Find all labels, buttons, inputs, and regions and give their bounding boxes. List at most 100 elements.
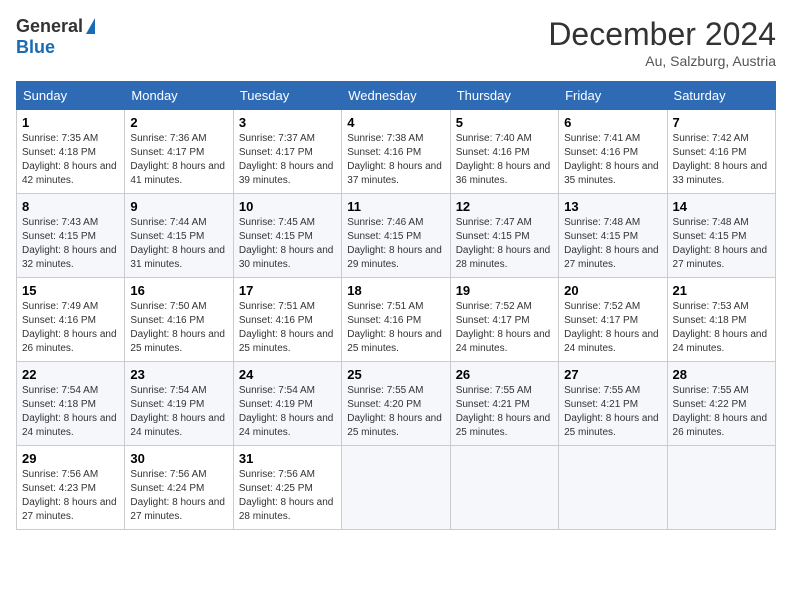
calendar-cell: 9 Sunrise: 7:44 AMSunset: 4:15 PMDaylight… <box>125 194 233 278</box>
day-detail: Sunrise: 7:54 AMSunset: 4:18 PMDaylight:… <box>22 384 119 440</box>
col-header-saturday: Saturday <box>667 82 775 110</box>
day-number: 20 <box>564 283 661 298</box>
calendar-header-row: SundayMondayTuesdayWednesdayThursdayFrid… <box>17 82 776 110</box>
day-detail: Sunrise: 7:56 AMSunset: 4:25 PMDaylight:… <box>239 468 336 524</box>
col-header-monday: Monday <box>125 82 233 110</box>
day-detail: Sunrise: 7:37 AMSunset: 4:17 PMDaylight:… <box>239 132 336 188</box>
day-number: 23 <box>130 367 227 382</box>
day-detail: Sunrise: 7:51 AMSunset: 4:16 PMDaylight:… <box>347 300 444 356</box>
day-number: 24 <box>239 367 336 382</box>
day-number: 12 <box>456 199 553 214</box>
calendar-cell <box>667 446 775 530</box>
calendar-cell: 11Sunrise: 7:46 AMSunset: 4:15 PMDayligh… <box>342 194 450 278</box>
day-number: 10 <box>239 199 336 214</box>
logo-blue-text: Blue <box>16 37 55 58</box>
calendar-cell: 4 Sunrise: 7:38 AMSunset: 4:16 PMDaylight… <box>342 110 450 194</box>
calendar-cell: 16Sunrise: 7:50 AMSunset: 4:16 PMDayligh… <box>125 278 233 362</box>
calendar-cell: 30 Sunrise: 7:56 AMSunset: 4:24 PMDayligh… <box>125 446 233 530</box>
calendar-cell: 20Sunrise: 7:52 AMSunset: 4:17 PMDayligh… <box>559 278 667 362</box>
calendar-cell: 12 Sunrise: 7:47 AMSunset: 4:15 PMDayligh… <box>450 194 558 278</box>
day-detail: Sunrise: 7:35 AMSunset: 4:18 PMDaylight:… <box>22 132 119 188</box>
day-number: 3 <box>239 115 336 130</box>
calendar-cell <box>559 446 667 530</box>
day-number: 5 <box>456 115 553 130</box>
calendar-cell <box>450 446 558 530</box>
calendar-week-row: 8Sunrise: 7:43 AMSunset: 4:15 PMDaylight… <box>17 194 776 278</box>
day-detail: Sunrise: 7:38 AMSunset: 4:16 PMDaylight:… <box>347 132 444 188</box>
day-detail: Sunrise: 7:48 AMSunset: 4:15 PMDaylight:… <box>564 216 661 272</box>
day-detail: Sunrise: 7:54 AMSunset: 4:19 PMDaylight:… <box>130 384 227 440</box>
calendar-cell: 5 Sunrise: 7:40 AMSunset: 4:16 PMDaylight… <box>450 110 558 194</box>
calendar-table: SundayMondayTuesdayWednesdayThursdayFrid… <box>16 81 776 530</box>
location-text: Au, Salzburg, Austria <box>548 53 776 69</box>
calendar-week-row: 15 Sunrise: 7:49 AMSunset: 4:16 PMDayligh… <box>17 278 776 362</box>
logo-general-text: General <box>16 16 83 37</box>
title-section: December 2024 Au, Salzburg, Austria <box>548 16 776 69</box>
col-header-wednesday: Wednesday <box>342 82 450 110</box>
day-number: 9 <box>130 199 227 214</box>
day-number: 16 <box>130 283 227 298</box>
day-detail: Sunrise: 7:36 AMSunset: 4:17 PMDaylight:… <box>130 132 227 188</box>
day-detail: Sunrise: 7:54 AMSunset: 4:19 PMDaylight:… <box>239 384 336 440</box>
day-number: 17 <box>239 283 336 298</box>
calendar-cell: 10 Sunrise: 7:45 AMSunset: 4:15 PMDayligh… <box>233 194 341 278</box>
day-number: 13 <box>564 199 661 214</box>
calendar-cell: 2Sunrise: 7:36 AMSunset: 4:17 PMDaylight… <box>125 110 233 194</box>
day-detail: Sunrise: 7:56 AMSunset: 4:24 PMDaylight:… <box>130 468 227 524</box>
col-header-tuesday: Tuesday <box>233 82 341 110</box>
col-header-friday: Friday <box>559 82 667 110</box>
day-detail: Sunrise: 7:55 AMSunset: 4:21 PMDaylight:… <box>564 384 661 440</box>
calendar-cell: 8Sunrise: 7:43 AMSunset: 4:15 PMDaylight… <box>17 194 125 278</box>
day-detail: Sunrise: 7:40 AMSunset: 4:16 PMDaylight:… <box>456 132 553 188</box>
day-number: 4 <box>347 115 444 130</box>
day-detail: Sunrise: 7:53 AMSunset: 4:18 PMDaylight:… <box>673 300 770 356</box>
day-detail: Sunrise: 7:55 AMSunset: 4:20 PMDaylight:… <box>347 384 444 440</box>
day-detail: Sunrise: 7:41 AMSunset: 4:16 PMDaylight:… <box>564 132 661 188</box>
calendar-cell <box>342 446 450 530</box>
calendar-cell: 7Sunrise: 7:42 AMSunset: 4:16 PMDaylight… <box>667 110 775 194</box>
calendar-week-row: 29 Sunrise: 7:56 AMSunset: 4:23 PMDayligh… <box>17 446 776 530</box>
calendar-cell: 13 Sunrise: 7:48 AMSunset: 4:15 PMDayligh… <box>559 194 667 278</box>
calendar-cell: 22 Sunrise: 7:54 AMSunset: 4:18 PMDayligh… <box>17 362 125 446</box>
col-header-sunday: Sunday <box>17 82 125 110</box>
calendar-cell: 27 Sunrise: 7:55 AMSunset: 4:21 PMDayligh… <box>559 362 667 446</box>
day-number: 18 <box>347 283 444 298</box>
day-detail: Sunrise: 7:47 AMSunset: 4:15 PMDaylight:… <box>456 216 553 272</box>
day-number: 8 <box>22 199 119 214</box>
day-detail: Sunrise: 7:44 AMSunset: 4:15 PMDaylight:… <box>130 216 227 272</box>
day-detail: Sunrise: 7:56 AMSunset: 4:23 PMDaylight:… <box>22 468 119 524</box>
day-number: 15 <box>22 283 119 298</box>
day-number: 11 <box>347 199 444 214</box>
day-detail: Sunrise: 7:48 AMSunset: 4:15 PMDaylight:… <box>673 216 770 272</box>
day-number: 14 <box>673 199 770 214</box>
day-detail: Sunrise: 7:55 AMSunset: 4:22 PMDaylight:… <box>673 384 770 440</box>
day-number: 1 <box>22 115 119 130</box>
calendar-cell: 6Sunrise: 7:41 AMSunset: 4:16 PMDaylight… <box>559 110 667 194</box>
day-number: 30 <box>130 451 227 466</box>
day-detail: Sunrise: 7:55 AMSunset: 4:21 PMDaylight:… <box>456 384 553 440</box>
calendar-cell: 18 Sunrise: 7:51 AMSunset: 4:16 PMDayligh… <box>342 278 450 362</box>
logo: General Blue <box>16 16 95 58</box>
calendar-cell: 29 Sunrise: 7:56 AMSunset: 4:23 PMDayligh… <box>17 446 125 530</box>
day-number: 29 <box>22 451 119 466</box>
day-number: 27 <box>564 367 661 382</box>
calendar-week-row: 1 Sunrise: 7:35 AMSunset: 4:18 PMDaylight… <box>17 110 776 194</box>
day-number: 28 <box>673 367 770 382</box>
logo-triangle-icon <box>86 18 95 34</box>
day-detail: Sunrise: 7:49 AMSunset: 4:16 PMDaylight:… <box>22 300 119 356</box>
calendar-cell: 17Sunrise: 7:51 AMSunset: 4:16 PMDayligh… <box>233 278 341 362</box>
page-header: General Blue December 2024 Au, Salzburg,… <box>16 16 776 69</box>
calendar-week-row: 22 Sunrise: 7:54 AMSunset: 4:18 PMDayligh… <box>17 362 776 446</box>
day-number: 22 <box>22 367 119 382</box>
calendar-cell: 21 Sunrise: 7:53 AMSunset: 4:18 PMDayligh… <box>667 278 775 362</box>
calendar-cell: 31Sunrise: 7:56 AMSunset: 4:25 PMDayligh… <box>233 446 341 530</box>
col-header-thursday: Thursday <box>450 82 558 110</box>
calendar-cell: 28 Sunrise: 7:55 AMSunset: 4:22 PMDayligh… <box>667 362 775 446</box>
day-detail: Sunrise: 7:42 AMSunset: 4:16 PMDaylight:… <box>673 132 770 188</box>
calendar-cell: 3 Sunrise: 7:37 AMSunset: 4:17 PMDaylight… <box>233 110 341 194</box>
day-number: 21 <box>673 283 770 298</box>
day-detail: Sunrise: 7:45 AMSunset: 4:15 PMDaylight:… <box>239 216 336 272</box>
calendar-cell: 23 Sunrise: 7:54 AMSunset: 4:19 PMDayligh… <box>125 362 233 446</box>
day-detail: Sunrise: 7:52 AMSunset: 4:17 PMDaylight:… <box>456 300 553 356</box>
calendar-cell: 24 Sunrise: 7:54 AMSunset: 4:19 PMDayligh… <box>233 362 341 446</box>
